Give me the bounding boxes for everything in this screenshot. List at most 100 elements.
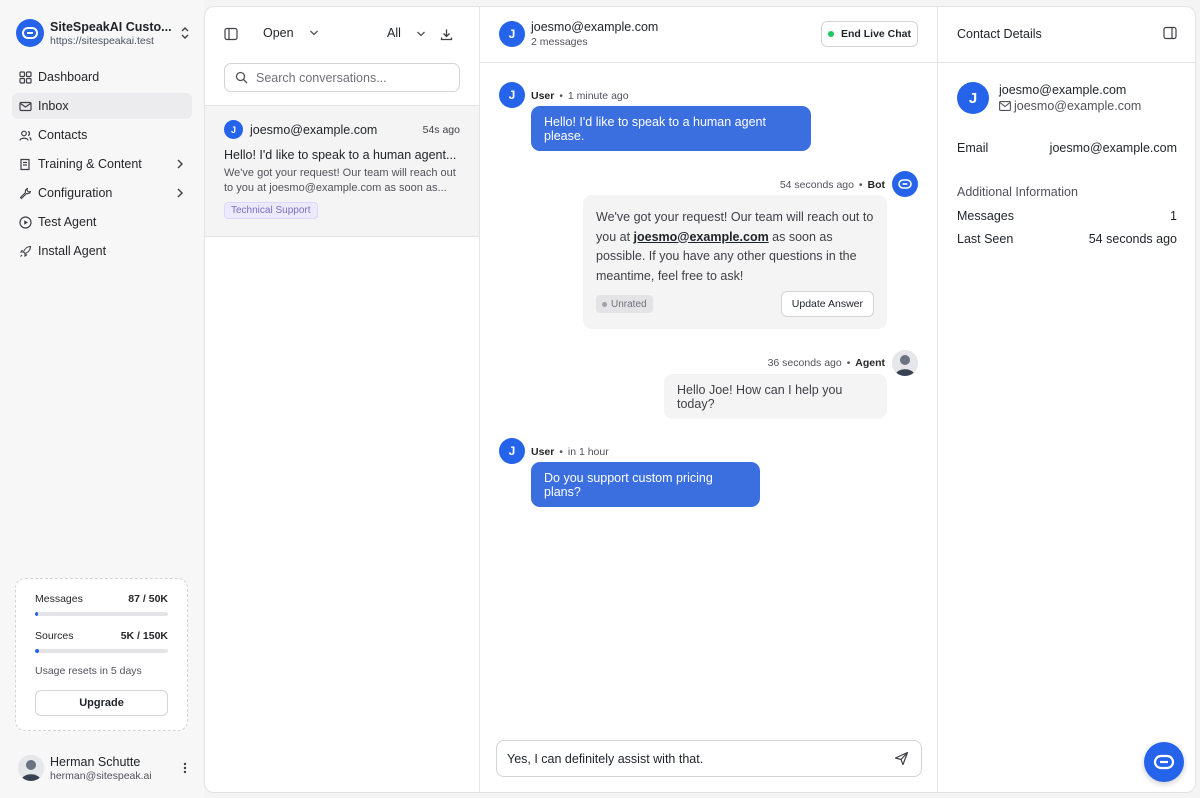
upgrade-button[interactable]: Upgrade <box>35 690 168 716</box>
meta-separator: • <box>559 446 563 458</box>
usage-sources-label: Sources <box>35 630 74 642</box>
message-composer[interactable] <box>496 740 922 777</box>
contact-last-seen-row: Last Seen 54 seconds ago <box>957 232 1177 246</box>
additional-info-heading: Additional Information <box>957 185 1078 199</box>
user-email: herman@sitespeak.ai <box>50 769 152 782</box>
conversation-preview: We've got your request! Our team will re… <box>224 167 456 194</box>
scope-filter-dropdown[interactable]: All <box>387 26 401 40</box>
meta-separator: • <box>858 179 863 191</box>
online-status-dot <box>827 31 834 37</box>
sidebar-item-training-content[interactable]: Training & Content <box>12 151 192 177</box>
workspace-switcher[interactable]: SiteSpeakAI Custo... https://sitespeakai… <box>16 16 192 50</box>
user-menu[interactable]: Herman Schutte herman@sitespeak.ai <box>18 753 190 783</box>
chat-message-count: 2 messages <box>531 36 588 48</box>
field-label: Email <box>957 141 989 155</box>
usage-messages-value: 87 / 50K <box>128 593 168 605</box>
chat-title: joesmo@example.com <box>531 20 659 34</box>
rating-badge: Unrated <box>596 295 653 313</box>
contact-details-title: Contact Details <box>957 27 1042 41</box>
panel-toggle-icon[interactable] <box>1163 26 1177 40</box>
search-icon <box>235 71 248 84</box>
user-message-bubble: Do you support custom pricing plans? <box>531 462 760 507</box>
sitespeak-logo-icon <box>16 19 44 47</box>
sidebar-item-label: Contacts <box>38 128 88 142</box>
field-label: Messages <box>957 209 1014 223</box>
sidebar-item-test-agent[interactable]: Test Agent <box>12 209 192 235</box>
conversation-list-item[interactable]: J joesmo@example.com 54s ago Hello! I'd … <box>205 105 479 237</box>
message-time: 1 minute ago <box>567 90 629 102</box>
sidebar-item-inbox[interactable]: Inbox <box>12 93 192 119</box>
contact-email: joesmo@example.com <box>999 99 1141 113</box>
conversation-list-pane: Open All J joesmo@example.com 54s ago <box>205 7 480 792</box>
status-filter-value: Open <box>263 26 294 40</box>
message-author: User <box>531 90 555 102</box>
message-meta: User • in 1 hour <box>531 446 609 458</box>
sidebar-item-dashboard[interactable]: Dashboard <box>12 64 192 90</box>
message-time: 54 seconds ago <box>779 179 854 191</box>
update-answer-button[interactable]: Update Answer <box>780 291 874 317</box>
contacts-icon <box>18 128 32 142</box>
sidebar-nav: Dashboard Inbox Contacts Training & Cont… <box>12 64 192 267</box>
chat-pane: J joesmo@example.com 2 messages End Live… <box>480 7 938 792</box>
message-author: Bot <box>867 179 886 191</box>
chat-widget-launcher-icon[interactable] <box>1144 742 1184 782</box>
avatar: J <box>499 21 525 47</box>
message-author: Agent <box>855 357 885 369</box>
avatar: J <box>499 82 525 108</box>
field-value: 54 seconds ago <box>1088 232 1177 246</box>
chat-header: J joesmo@example.com 2 messages End Live… <box>480 7 938 63</box>
sidebar-toggle-icon[interactable] <box>223 26 239 42</box>
sidebar: SiteSpeakAI Custo... https://sitespeakai… <box>0 0 204 798</box>
meta-separator: • <box>846 357 851 369</box>
sidebar-item-label: Inbox <box>38 99 69 113</box>
user-message-bubble: Hello! I'd like to speak to a human agen… <box>531 106 811 151</box>
workspace-url: https://sitespeakai.test <box>50 34 154 47</box>
training-icon <box>18 157 32 171</box>
field-label: Last Seen <box>957 232 1014 246</box>
chevrons-up-down-icon <box>178 23 192 43</box>
end-live-chat-button[interactable]: End Live Chat <box>821 21 918 47</box>
message-meta: 36 seconds ago • Agent <box>768 357 885 369</box>
messages-usage-bar <box>35 612 168 616</box>
message-input[interactable] <box>507 751 881 766</box>
end-live-chat-label: End Live Chat <box>840 28 911 40</box>
email-mention[interactable]: joesmo@example.com <box>634 230 769 244</box>
sidebar-item-label: Configuration <box>38 186 113 200</box>
message-time: 36 seconds ago <box>767 357 842 369</box>
status-filter-dropdown[interactable]: Open <box>263 26 319 40</box>
chevron-down-icon <box>309 29 319 37</box>
bot-message-bubble: We've got your request! Our team will re… <box>583 195 887 329</box>
sources-usage-fill <box>35 649 40 653</box>
contact-details-header: Contact Details <box>938 7 1195 63</box>
sidebar-item-label: Install Agent <box>38 244 107 258</box>
send-icon[interactable] <box>893 751 909 767</box>
avatar <box>18 755 44 781</box>
dashboard-icon <box>18 70 32 84</box>
download-icon[interactable] <box>438 26 454 42</box>
bot-message-text: We've got your request! Our team will re… <box>596 210 874 283</box>
message-meta: User • 1 minute ago <box>531 90 629 102</box>
search-conversations-field[interactable] <box>224 63 460 92</box>
conversation-email: joesmo@example.com <box>250 122 378 137</box>
contact-email-row: Email joesmo@example.com <box>957 141 1177 155</box>
usage-messages-label: Messages <box>35 593 83 605</box>
search-input[interactable] <box>256 70 446 85</box>
main-panel: Open All J joesmo@example.com 54s ago <box>204 6 1196 793</box>
conversation-title: Hello! I'd like to speak to a human agen… <box>224 148 457 162</box>
wrench-icon <box>18 186 32 200</box>
more-vertical-icon[interactable] <box>180 760 190 776</box>
usage-card: Messages 87 / 50K Sources 5K / 150K Usag… <box>15 578 188 731</box>
avatar: J <box>224 120 243 139</box>
conversation-tag: Technical Support <box>224 202 318 219</box>
chevron-down-icon[interactable] <box>413 26 429 42</box>
rating-dot <box>602 301 607 307</box>
rocket-icon <box>18 244 32 258</box>
message-time: in 1 hour <box>567 446 609 458</box>
bot-avatar-icon <box>892 171 918 197</box>
agent-avatar <box>892 350 918 376</box>
sidebar-item-contacts[interactable]: Contacts <box>12 122 192 148</box>
user-name: Herman Schutte <box>50 754 141 769</box>
sidebar-item-install-agent[interactable]: Install Agent <box>12 238 192 264</box>
sidebar-item-label: Dashboard <box>38 70 100 84</box>
sidebar-item-configuration[interactable]: Configuration <box>12 180 192 206</box>
